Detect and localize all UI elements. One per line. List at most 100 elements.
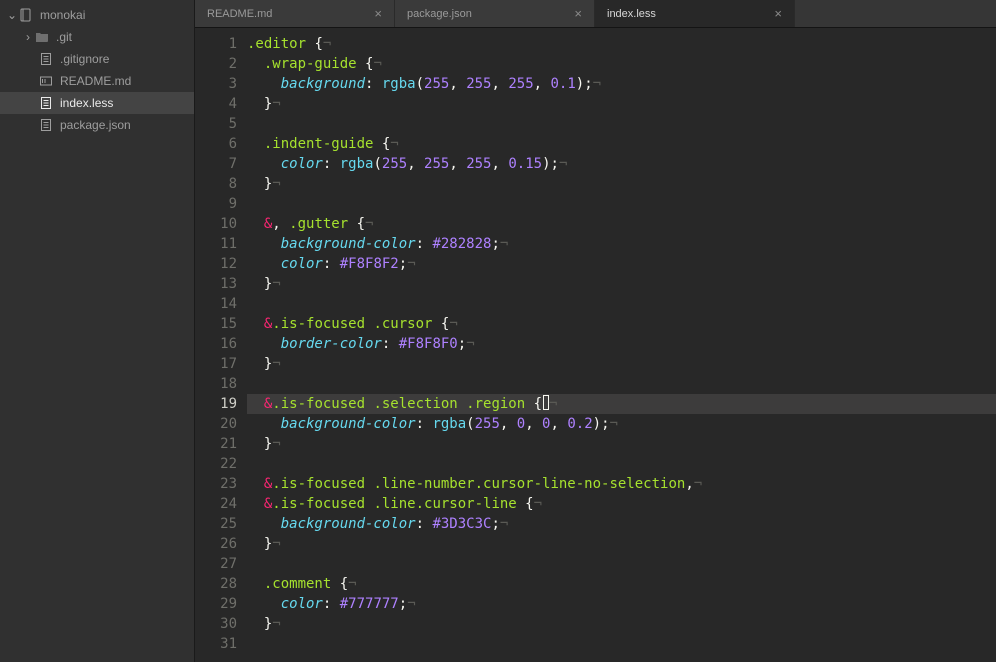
code-line[interactable]: }¬ <box>247 94 996 114</box>
code-line[interactable] <box>247 374 996 394</box>
code-line[interactable] <box>247 114 996 134</box>
token-punct: { <box>348 216 365 232</box>
code-line[interactable]: }¬ <box>247 434 996 454</box>
close-icon[interactable]: × <box>366 6 382 21</box>
code-line[interactable]: &.is-focused .selection .region {¬ <box>247 394 996 414</box>
tab-readme[interactable]: README.md × <box>195 0 395 27</box>
line-number: 14 <box>195 294 237 314</box>
code-line[interactable] <box>247 294 996 314</box>
token-sel: .is-focused .cursor <box>272 316 432 332</box>
token-punct: { <box>517 496 534 512</box>
code-line[interactable]: }¬ <box>247 614 996 634</box>
code-line[interactable]: .comment {¬ <box>247 574 996 594</box>
code-line[interactable]: background-color: #282828;¬ <box>247 234 996 254</box>
token-punct: } <box>247 616 272 632</box>
line-number: 16 <box>195 334 237 354</box>
token-prop: background <box>281 76 365 92</box>
code-content[interactable]: .editor {¬ .wrap-guide {¬ background: rg… <box>247 34 996 662</box>
code-editor[interactable]: 1234567891011121314151617181920212223242… <box>195 28 996 662</box>
tab-bar-filler <box>795 0 996 27</box>
close-icon[interactable]: × <box>566 6 582 21</box>
chevron-down-icon: ⌄ <box>6 8 18 22</box>
file-icon <box>38 117 54 133</box>
code-line[interactable]: }¬ <box>247 174 996 194</box>
token-punct: : <box>382 336 399 352</box>
tab-bar: README.md × package.json × index.less × <box>195 0 996 28</box>
token-punct <box>247 596 281 612</box>
tree-item-file[interactable]: index.less <box>0 92 194 114</box>
code-line[interactable]: .editor {¬ <box>247 34 996 54</box>
close-icon[interactable]: × <box>766 6 782 21</box>
code-line[interactable] <box>247 194 996 214</box>
token-punct: , <box>491 76 508 92</box>
token-invis: ¬ <box>500 236 508 252</box>
token-punct: { <box>331 576 348 592</box>
token-invis: ¬ <box>694 476 702 492</box>
line-number: 23 <box>195 474 237 494</box>
code-line[interactable]: &, .gutter {¬ <box>247 214 996 234</box>
token-punct: , <box>492 156 509 172</box>
tree-item-label: index.less <box>60 96 113 110</box>
code-line[interactable]: &.is-focused .line.cursor-line {¬ <box>247 494 996 514</box>
token-punct: } <box>247 96 272 112</box>
code-line[interactable]: }¬ <box>247 274 996 294</box>
chevron-right-icon: › <box>22 30 34 44</box>
token-invis: ¬ <box>449 316 457 332</box>
token-invis: ¬ <box>593 76 601 92</box>
tree-item-file[interactable]: README.md <box>0 70 194 92</box>
token-invis: ¬ <box>390 136 398 152</box>
tree-item-file[interactable]: .gitignore <box>0 48 194 70</box>
token-sel: .comment <box>264 576 331 592</box>
code-line[interactable]: &.is-focused .cursor {¬ <box>247 314 996 334</box>
code-line[interactable]: &.is-focused .line-number.cursor-line-no… <box>247 474 996 494</box>
code-line[interactable] <box>247 634 996 654</box>
code-line[interactable]: background-color: #3D3C3C;¬ <box>247 514 996 534</box>
token-prop: background-color <box>281 236 416 252</box>
token-punct: { <box>306 36 323 52</box>
token-func: rgba <box>340 156 374 172</box>
code-line[interactable]: color: #777777;¬ <box>247 594 996 614</box>
line-number: 8 <box>195 174 237 194</box>
token-sel: .editor <box>247 36 306 52</box>
code-line[interactable]: background: rgba(255, 255, 255, 0.1);¬ <box>247 74 996 94</box>
line-number-gutter: 1234567891011121314151617181920212223242… <box>195 34 247 662</box>
tree-item-file[interactable]: package.json <box>0 114 194 136</box>
token-punct <box>247 56 264 72</box>
code-line[interactable]: .indent-guide {¬ <box>247 134 996 154</box>
token-punct: ; <box>399 256 407 272</box>
token-punct: ); <box>593 416 610 432</box>
token-punct <box>247 416 281 432</box>
line-number: 12 <box>195 254 237 274</box>
token-punct: , <box>685 476 693 492</box>
code-line[interactable]: .wrap-guide {¬ <box>247 54 996 74</box>
code-line[interactable]: border-color: #F8F8F0;¬ <box>247 334 996 354</box>
token-punct: : <box>416 516 433 532</box>
token-prop: background-color <box>281 416 416 432</box>
tab-package-json[interactable]: package.json × <box>395 0 595 27</box>
code-line[interactable]: background-color: rgba(255, 0, 0, 0.2);¬ <box>247 414 996 434</box>
code-line[interactable]: }¬ <box>247 534 996 554</box>
tab-label: README.md <box>207 8 272 20</box>
line-number: 3 <box>195 74 237 94</box>
token-punct <box>247 316 264 332</box>
tree-root[interactable]: ⌄ monokai <box>0 4 194 26</box>
token-punct <box>247 396 264 412</box>
token-punct: } <box>247 176 272 192</box>
token-invis: ¬ <box>466 336 474 352</box>
line-number: 21 <box>195 434 237 454</box>
code-line[interactable]: }¬ <box>247 354 996 374</box>
line-number: 2 <box>195 54 237 74</box>
line-number: 5 <box>195 114 237 134</box>
code-line[interactable] <box>247 554 996 574</box>
tree-item-label: .gitignore <box>60 52 109 66</box>
tab-index-less[interactable]: index.less × <box>595 0 795 27</box>
token-sel: .wrap-guide <box>264 56 357 72</box>
token-num: #F8F8F2 <box>340 256 399 272</box>
token-num: #3D3C3C <box>432 516 491 532</box>
token-punct: ; <box>491 236 499 252</box>
code-line[interactable]: color: #F8F8F2;¬ <box>247 254 996 274</box>
code-line[interactable]: color: rgba(255, 255, 255, 0.15);¬ <box>247 154 996 174</box>
token-invis: ¬ <box>407 256 415 272</box>
tree-item-folder[interactable]: › .git <box>0 26 194 48</box>
code-line[interactable] <box>247 454 996 474</box>
